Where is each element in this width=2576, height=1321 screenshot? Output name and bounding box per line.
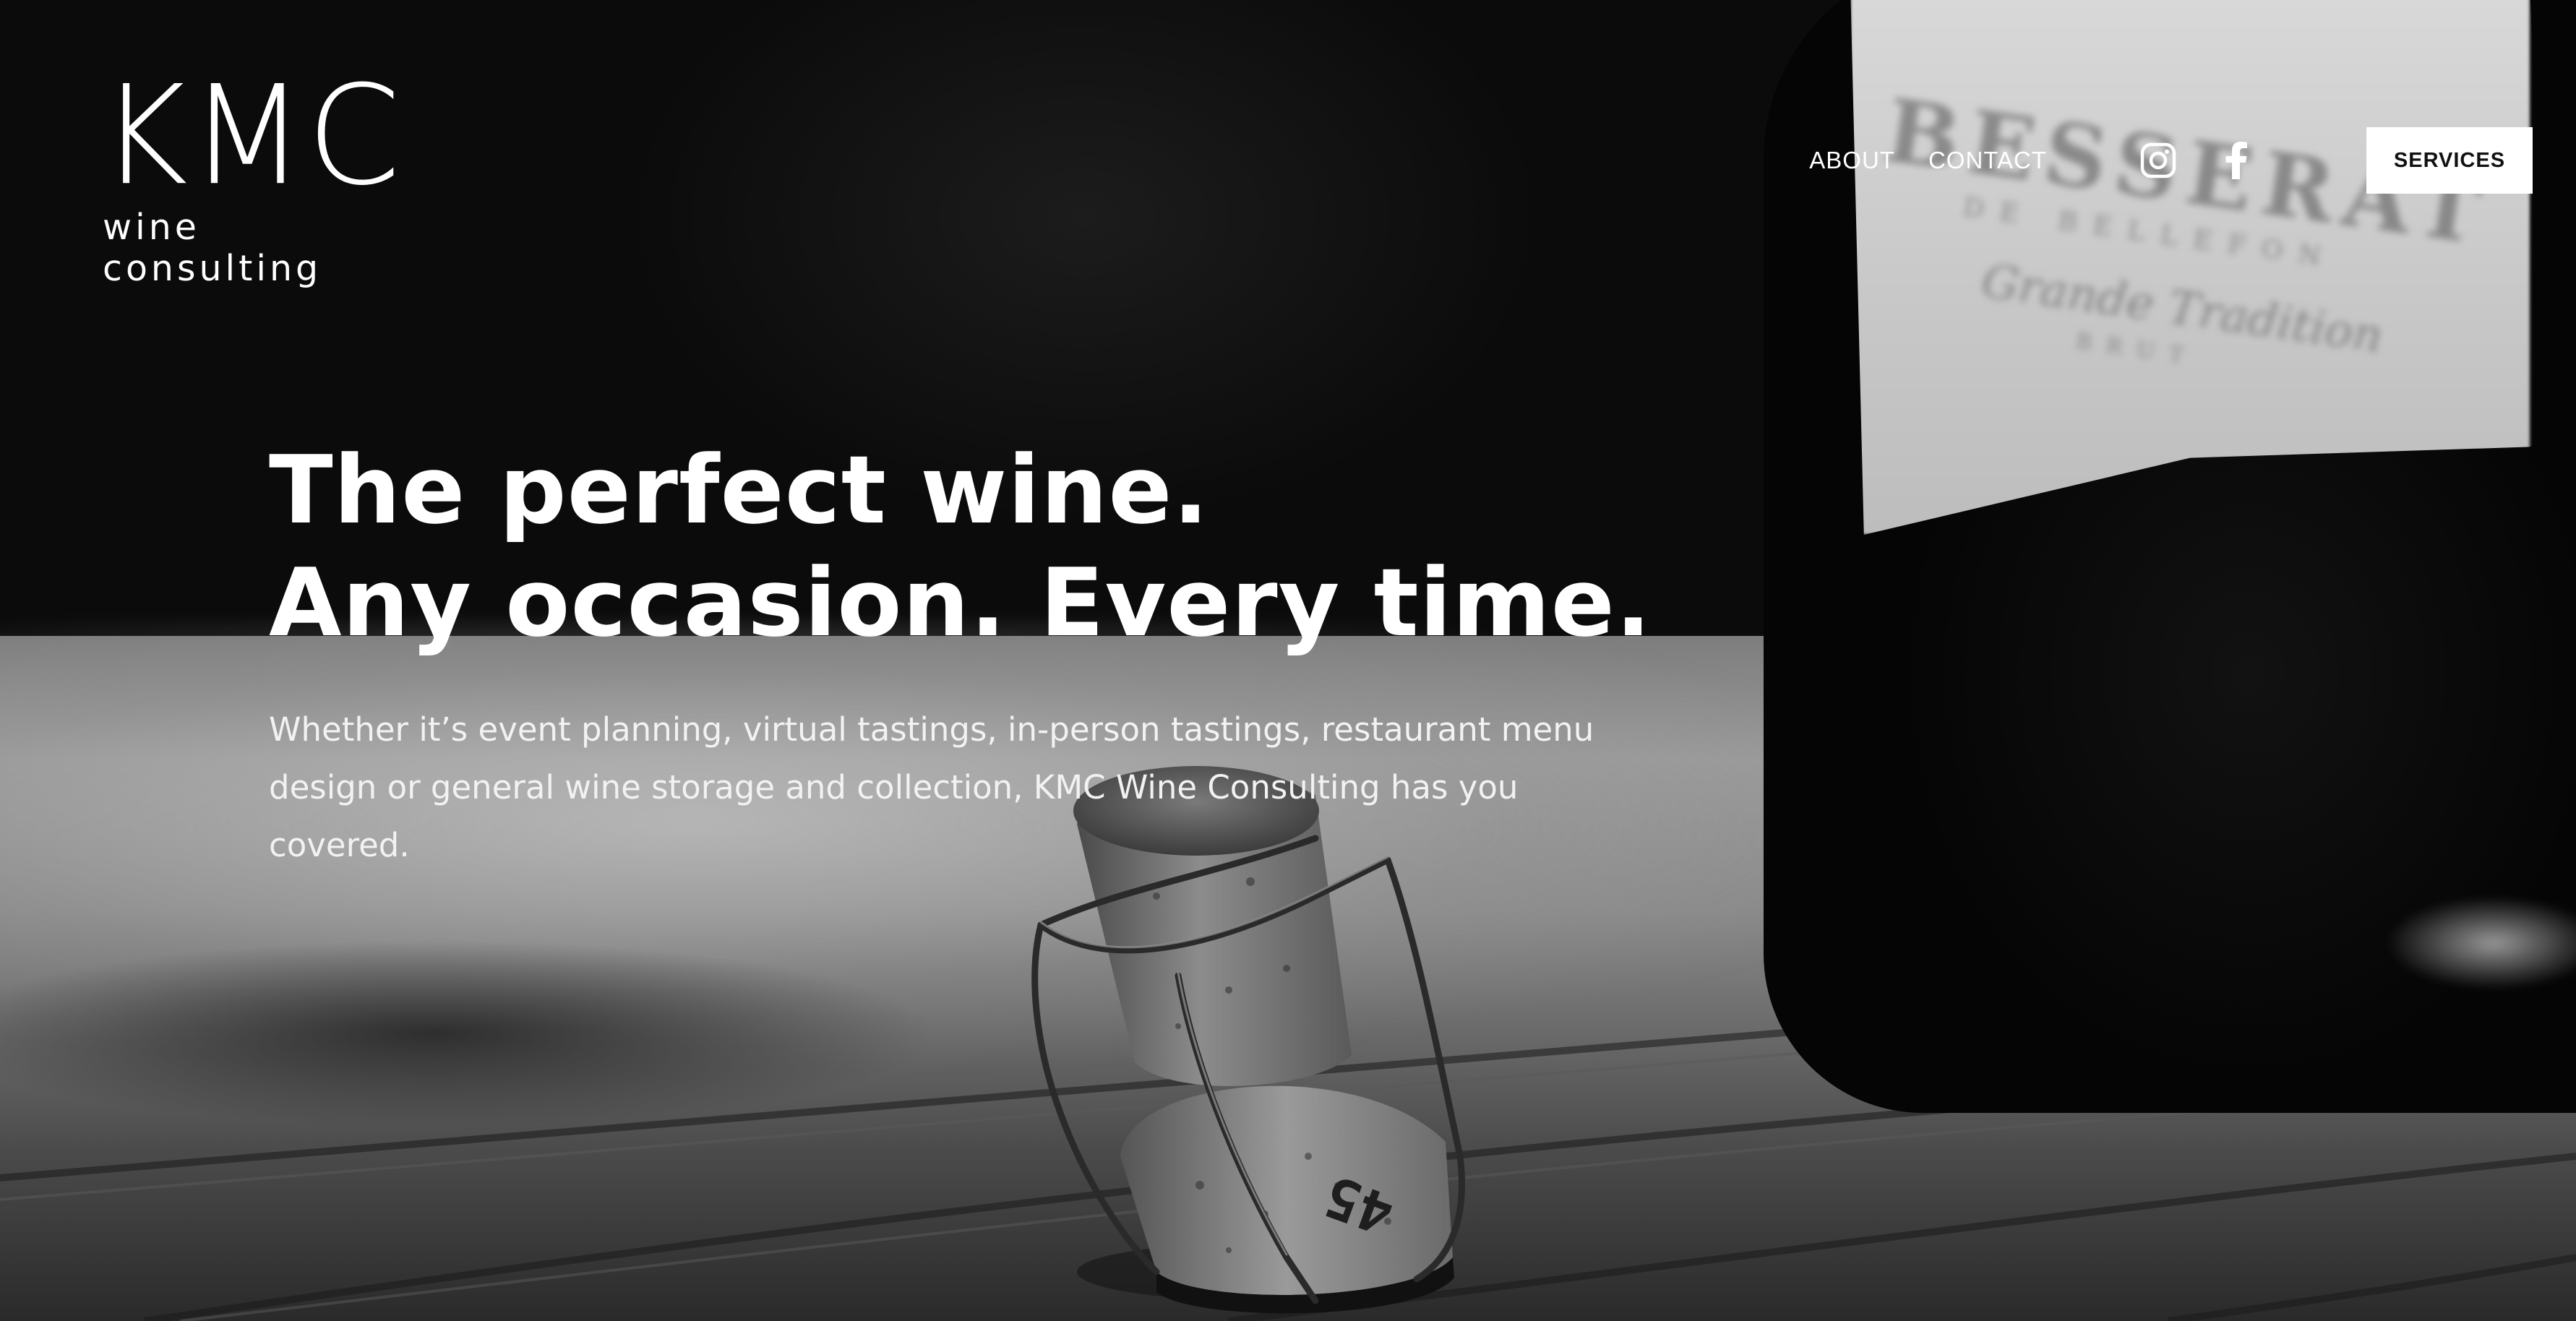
logo-tagline: wine consulting bbox=[103, 207, 322, 289]
nav-link-about[interactable]: ABOUT bbox=[1809, 147, 1895, 174]
logo-wordmark: KMC bbox=[100, 55, 403, 216]
hero-title-line-2: Any occasion. Every time. bbox=[269, 548, 1652, 658]
social-links bbox=[2138, 140, 2257, 181]
hero-title-line-1: The perfect wine. bbox=[269, 435, 1209, 545]
hero-title: The perfect wine. Any occasion. Every ti… bbox=[269, 434, 1714, 659]
hero-description: Whether it’s event planning, virtual tas… bbox=[269, 710, 1594, 864]
facebook-icon[interactable] bbox=[2216, 140, 2257, 181]
services-button[interactable]: SERVICES bbox=[2366, 127, 2533, 194]
site-logo[interactable]: KMC wine consulting bbox=[100, 55, 418, 289]
main-nav: ABOUT CONTACT SERVICES bbox=[1809, 127, 2533, 194]
hero-section: The perfect wine. Any occasion. Every ti… bbox=[269, 434, 1714, 874]
bottle-highlight bbox=[2385, 896, 2576, 990]
instagram-icon[interactable] bbox=[2138, 140, 2178, 181]
nav-link-contact[interactable]: CONTACT bbox=[1928, 147, 2047, 174]
